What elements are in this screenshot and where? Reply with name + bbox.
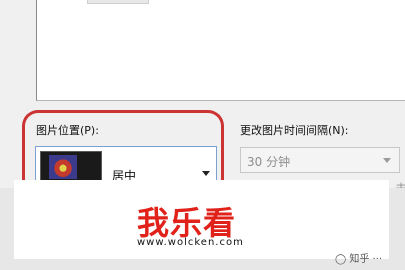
change-interval-value: 30 分钟 [247,155,291,169]
wallpaper-thumbnail-icon [40,151,102,183]
watermark-url: www.wolcken.com [137,237,244,248]
preview-panel [36,0,405,101]
change-interval-select[interactable]: 30 分钟 [240,147,400,173]
preview-top-bar [87,0,149,4]
change-interval-label: 更改图片时间间隔(N): [240,124,349,137]
bottom-right-watermark: ◯ 知乎 ··· [335,254,383,265]
chevron-down-icon [202,171,210,176]
watermark-overlay: 我乐看 www.wolcken.com [14,180,389,259]
chevron-down-icon [383,158,391,163]
thumbnail-image [49,155,77,179]
picture-position-label: 图片位置(P): [36,124,99,137]
